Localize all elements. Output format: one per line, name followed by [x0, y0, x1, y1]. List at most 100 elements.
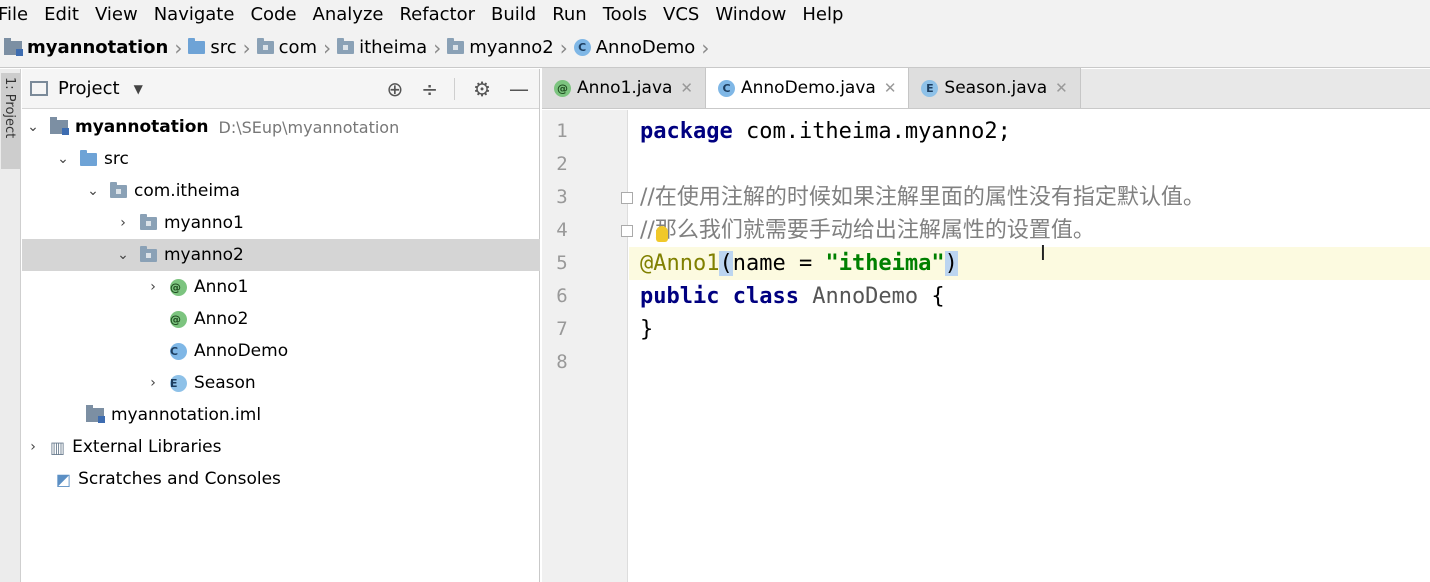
tree-node-external-libraries[interactable]: › ▥ External Libraries [22, 431, 540, 463]
tree-node-com-itheima[interactable]: ⌄ com.itheima [22, 175, 540, 207]
breadcrumb-itheima[interactable]: itheima [337, 37, 427, 58]
breadcrumb-src[interactable]: src [188, 37, 237, 58]
tree-node-path: D:\SEup\myannotation [218, 117, 400, 137]
menu-vcs[interactable]: VCS [655, 4, 707, 25]
gear-icon[interactable]: ⚙ [473, 77, 491, 101]
chevron-right-icon[interactable]: › [116, 215, 130, 231]
code-text: name = [732, 251, 826, 276]
class-icon: C [170, 342, 187, 360]
lightbulb-icon[interactable] [656, 226, 668, 242]
package-icon [140, 245, 157, 262]
menu-view[interactable]: View [87, 4, 146, 25]
menu-navigate[interactable]: Navigate [146, 4, 243, 25]
code-line-6: public class AnnoDemo { [629, 280, 1430, 313]
breadcrumb-label: myannotation [27, 37, 169, 58]
locate-icon[interactable]: ⊕ [387, 77, 404, 101]
text-cursor-icon: I [1040, 241, 1046, 265]
menu-window[interactable]: Window [707, 4, 794, 25]
window-icon [30, 81, 48, 96]
tree-node-iml-file[interactable]: myannotation.iml [22, 399, 540, 431]
tree-node-src[interactable]: ⌄ src [22, 143, 540, 175]
code-text: com.itheima.myanno2; [732, 119, 1011, 144]
chevron-down-icon[interactable]: ⌄ [56, 151, 70, 167]
tree-node-scratches[interactable]: ◩ Scratches and Consoles [22, 463, 540, 495]
breadcrumb-annodemo[interactable]: C AnnoDemo [573, 37, 695, 58]
tree-node-label: myanno2 [164, 245, 244, 265]
tab-anno1[interactable]: @ Anno1.java ✕ [542, 68, 706, 108]
keyword: public class [640, 284, 799, 309]
menu-refactor[interactable]: Refactor [391, 4, 483, 25]
close-icon[interactable]: ✕ [884, 79, 897, 97]
left-tool-strip: 1: Project [0, 69, 21, 582]
project-panel: Project ▼ ⊕ ÷ ⚙ — ⌄ myannotation D:\SEup… [22, 69, 540, 582]
tree-node-anno1[interactable]: › @ Anno1 [22, 271, 540, 303]
tree-node-annodemo[interactable]: C AnnoDemo [22, 335, 540, 367]
close-icon[interactable]: ✕ [680, 79, 693, 97]
project-tool-window-tab[interactable]: 1: Project [1, 73, 20, 169]
breadcrumb-com[interactable]: com [256, 37, 317, 58]
code-editor[interactable]: 1 2 3 4 5 6 7 8 package com.itheima.myan… [542, 110, 1430, 582]
line-gutter: 1 2 3 4 5 6 7 8 [542, 110, 628, 582]
divider [454, 78, 456, 100]
breadcrumb-label: myanno2 [469, 37, 554, 58]
tree-node-label: myannotation [75, 117, 209, 137]
tree-node-season[interactable]: › E Season [22, 367, 540, 399]
chevron-right-icon[interactable]: › [146, 279, 160, 295]
breadcrumb-project[interactable]: myannotation [4, 37, 168, 58]
dropdown-arrow-icon: ▼ [133, 81, 143, 96]
module-folder-icon [50, 117, 69, 135]
chevron-right-icon: › [174, 35, 183, 60]
menu-file[interactable]: File [0, 4, 36, 25]
chevron-down-icon[interactable]: ⌄ [116, 247, 130, 263]
package-icon [110, 181, 127, 198]
annotation-icon: @ [170, 310, 187, 328]
collapse-all-icon[interactable]: ÷ [421, 77, 438, 101]
line-number: 3 [556, 186, 568, 208]
tree-node-myannotation[interactable]: ⌄ myannotation D:\SEup\myannotation [22, 111, 540, 143]
menu-code[interactable]: Code [242, 4, 304, 25]
breadcrumb-myanno2[interactable]: myanno2 [447, 37, 554, 58]
tree-node-myanno2[interactable]: ⌄ myanno2 [22, 239, 540, 271]
line-number: 1 [556, 120, 568, 142]
tree-node-label: Season [194, 373, 256, 393]
minimize-icon[interactable]: — [509, 77, 529, 101]
module-file-icon [86, 405, 105, 423]
menu-run[interactable]: Run [544, 4, 595, 25]
annotation-name: @Anno1 [640, 251, 720, 276]
libraries-icon: ▥ [50, 437, 66, 457]
menu-tools[interactable]: Tools [595, 4, 655, 25]
line-number: 8 [556, 351, 568, 373]
tool-tab-label: 1: Project [2, 77, 17, 139]
breadcrumb: myannotation › src › com › itheima › mya… [0, 28, 1430, 68]
tree-node-label: myannotation.iml [111, 405, 262, 425]
tab-label: Season.java [944, 78, 1048, 98]
chevron-right-icon[interactable]: › [26, 439, 40, 455]
tree-node-label: External Libraries [72, 437, 222, 457]
tab-label: Anno1.java [577, 78, 673, 98]
menu-analyze[interactable]: Analyze [305, 4, 392, 25]
class-icon: C [718, 79, 735, 97]
tree-node-anno2[interactable]: @ Anno2 [22, 303, 540, 335]
package-icon [447, 38, 465, 54]
tree-node-myanno1[interactable]: › myanno1 [22, 207, 540, 239]
chevron-right-icon: › [242, 35, 251, 60]
module-folder-icon [4, 37, 23, 56]
line-number: 2 [556, 153, 568, 175]
package-icon [140, 213, 157, 230]
chevron-right-icon: › [701, 35, 710, 60]
project-view-selector[interactable]: Project ▼ [30, 78, 143, 99]
chevron-down-icon[interactable]: ⌄ [26, 119, 40, 135]
tab-annodemo[interactable]: C AnnoDemo.java ✕ [706, 68, 910, 108]
menu-build[interactable]: Build [483, 4, 544, 25]
close-icon[interactable]: ✕ [1055, 79, 1068, 97]
package-icon [337, 38, 355, 54]
tab-season[interactable]: E Season.java ✕ [909, 68, 1081, 108]
source-folder-icon [80, 149, 97, 166]
menu-help[interactable]: Help [794, 4, 851, 25]
line-number: 4 [556, 219, 568, 241]
chevron-right-icon[interactable]: › [146, 375, 160, 391]
menu-edit[interactable]: Edit [36, 4, 87, 25]
chevron-down-icon[interactable]: ⌄ [86, 183, 100, 199]
tree-node-label: Anno1 [194, 277, 249, 297]
class-name: AnnoDemo [812, 284, 919, 309]
